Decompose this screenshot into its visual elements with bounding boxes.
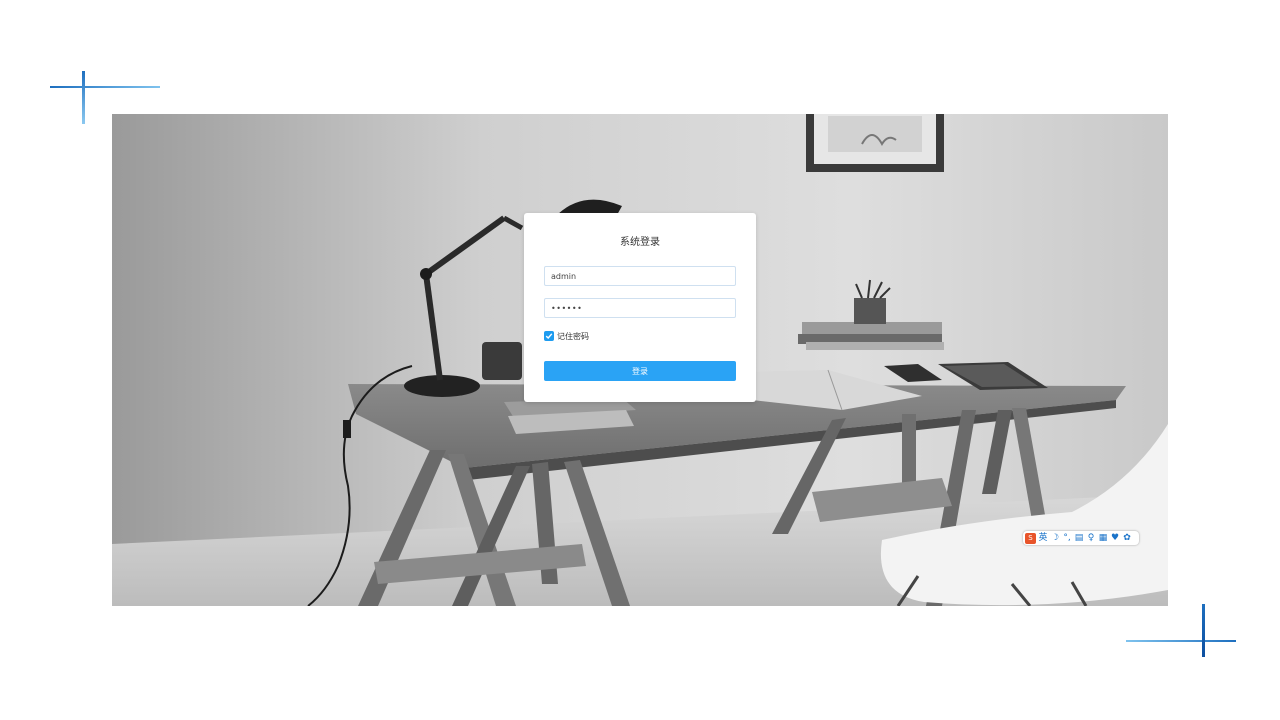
moon-icon[interactable]: ☽ [1050, 532, 1060, 544]
user-icon[interactable]: ♀ [1086, 532, 1096, 544]
remember-password-toggle[interactable]: 记住密码 [544, 330, 589, 342]
remember-password-label: 记住密码 [557, 331, 589, 341]
login-panel: 系统登录 记住密码 登录 [524, 213, 756, 402]
punctuation-icon[interactable]: °, [1062, 532, 1072, 544]
remember-checkbox[interactable] [544, 331, 554, 341]
password-input[interactable] [544, 298, 736, 318]
username-input[interactable] [544, 266, 736, 286]
keyboard-icon[interactable]: ▤ [1074, 532, 1084, 544]
ime-toolbar: S 英 ☽ °, ▤ ♀ ▦ ♥ ✿ [1023, 531, 1139, 545]
corner-line-vertical [1202, 604, 1205, 657]
settings-icon[interactable]: ✿ [1122, 532, 1132, 544]
corner-line-vertical [82, 71, 85, 124]
check-icon [545, 333, 553, 340]
language-icon[interactable]: 英 [1038, 532, 1048, 544]
toolbox-icon[interactable]: ▦ [1098, 532, 1108, 544]
sogou-logo-icon[interactable]: S [1025, 532, 1036, 544]
corner-line-horizontal [1126, 640, 1236, 642]
corner-decoration-bottom-right [1126, 604, 1238, 658]
login-button[interactable]: 登录 [544, 361, 736, 381]
corner-line-horizontal [50, 86, 160, 88]
skin-icon[interactable]: ♥ [1110, 532, 1120, 544]
login-title: 系统登录 [620, 237, 660, 248]
